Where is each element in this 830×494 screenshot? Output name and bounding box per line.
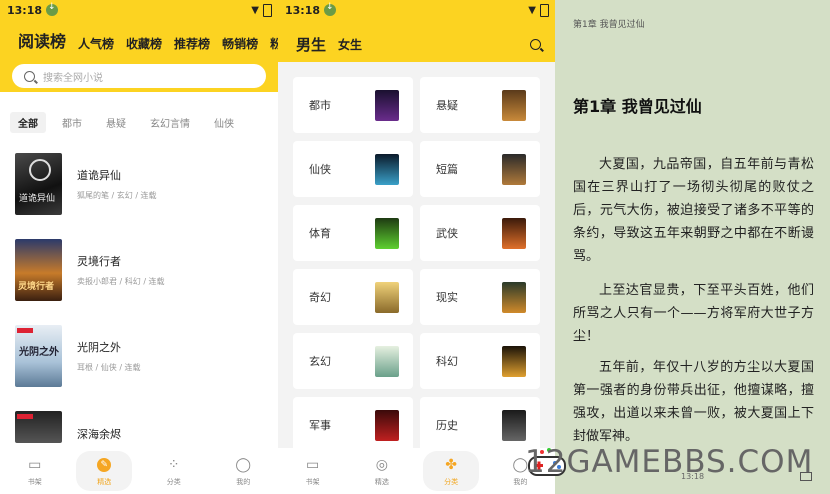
genre-card[interactable]: 仙侠 <box>293 141 413 197</box>
book-cover: 灵境行者 <box>15 239 62 301</box>
ranking-screen: 13:18 ▼ 阅读榜 人气榜 收藏榜 推荐榜 畅销榜 粉 搜索全网小说 全部 … <box>0 0 278 494</box>
tab-bestseller-rank[interactable]: 畅销榜 <box>222 35 258 52</box>
book-item[interactable]: 深海余烬 <box>15 411 121 443</box>
gender-tabs: 男生 女生 <box>278 20 555 58</box>
category-icon: ✤ <box>445 456 457 473</box>
chapter-title: 第1章 我曾见过仙 <box>573 97 702 116</box>
nav-featured[interactable]: ◎ 精选 <box>354 451 410 491</box>
book-title: 光阴之外 <box>77 341 121 354</box>
genre-card[interactable]: 都市 <box>293 77 413 133</box>
nav-profile[interactable]: ◯ 我的 <box>215 451 271 491</box>
book-title: 深海余烬 <box>77 428 121 441</box>
nav-featured[interactable]: ✎ 精选 <box>76 451 133 491</box>
download-icon <box>46 2 59 16</box>
rank-tabs: 阅读榜 人气榜 收藏榜 推荐榜 畅销榜 粉 <box>0 20 278 52</box>
category-all[interactable]: 全部 <box>10 112 46 133</box>
tab-male[interactable]: 男生 <box>296 34 326 55</box>
book-item[interactable]: 灵境行者 灵境行者 卖报小郎君 / 科幻 / 连载 <box>15 239 165 301</box>
book-info: 卖报小郎君 / 科幻 / 连载 <box>77 277 165 286</box>
reader-screen[interactable]: 第1章 我曾见过仙 第1章 我曾见过仙 大夏国，九品帝国，自五年前与青松国在三界… <box>555 0 830 494</box>
nav-category[interactable]: ⁘ 分类 <box>146 451 202 491</box>
book-item[interactable]: 道诡异仙 道诡异仙 狐尾的笔 / 玄幻 / 连载 <box>15 153 157 215</box>
genre-cover <box>502 90 526 121</box>
category-xianxia[interactable]: 仙侠 <box>214 112 234 133</box>
genre-card[interactable]: 奇幻 <box>293 269 413 325</box>
chapter-paragraph: 大夏国，九品帝国，自五年前与青松国在三界山打了一场彻头彻尾的败仗之后，元气大伤，… <box>573 157 814 264</box>
book-info: 狐尾的笔 / 玄幻 / 连载 <box>77 191 157 200</box>
bookshelf-icon: ▭ <box>28 456 42 473</box>
genre-cover <box>502 346 526 377</box>
category-urban[interactable]: 都市 <box>62 112 82 133</box>
category-screen: 13:18 ▼ 男生 女生 都市 悬疑 仙侠 短篇 体育 武侠 奇幻 现实 玄幻… <box>278 0 555 494</box>
tab-reading-rank[interactable]: 阅读榜 <box>18 28 66 52</box>
category-filter: 全部 都市 悬疑 玄幻言情 仙侠 <box>0 92 278 133</box>
compass-icon: ✎ <box>95 456 113 474</box>
status-time: 13:18 <box>285 3 321 17</box>
genre-card[interactable]: 武侠 <box>420 205 540 261</box>
genre-cover <box>502 218 526 249</box>
download-icon <box>324 2 337 16</box>
chapter-paragraph: 上至达官显贵，下至平头百姓，他们所骂之人只有一个——方将军府大世子方尘！ <box>573 283 814 344</box>
genre-card[interactable]: 现实 <box>420 269 540 325</box>
book-info: 耳根 / 仙侠 / 连载 <box>77 363 141 372</box>
genre-cover <box>375 346 399 377</box>
status-bar: 13:18 ▼ <box>0 0 278 20</box>
tab-favorite-rank[interactable]: 收藏榜 <box>126 35 162 52</box>
book-cover <box>15 411 62 443</box>
genre-cover <box>502 154 526 185</box>
status-icons: ▼ <box>528 3 549 17</box>
search-placeholder: 搜索全网小说 <box>43 72 103 84</box>
status-time: 13:18 <box>7 3 43 17</box>
search-input[interactable]: 搜索全网小说 <box>12 64 266 88</box>
book-title: 道诡异仙 <box>77 169 121 182</box>
book-item[interactable]: 光阴之外 光阴之外 耳根 / 仙侠 / 连载 <box>15 325 141 387</box>
genre-card[interactable]: 历史 <box>420 397 540 453</box>
wifi-icon: ▼ <box>528 4 536 16</box>
book-cover: 光阴之外 <box>15 325 62 387</box>
status-icons: ▼ <box>251 3 272 17</box>
genre-card[interactable]: 科幻 <box>420 333 540 389</box>
bookshelf-icon: ▭ <box>306 456 320 473</box>
search-icon[interactable] <box>530 38 541 50</box>
chapter-paragraph: 五年前，年仅十八岁的方尘以大夏国第一强者的身份带兵出征，他擅谋略，擅强攻，出道以… <box>573 360 814 444</box>
genre-cover <box>375 218 399 249</box>
battery-icon <box>263 3 272 17</box>
genre-cover <box>375 282 399 313</box>
genre-cover <box>375 90 399 121</box>
book-title: 灵境行者 <box>77 255 121 268</box>
compass-icon: ◎ <box>375 456 388 473</box>
tab-popularity-rank[interactable]: 人气榜 <box>78 35 114 52</box>
nav-bookshelf[interactable]: ▭ 书架 <box>285 451 341 491</box>
tab-female[interactable]: 女生 <box>338 36 362 53</box>
tab-fans-rank[interactable]: 粉 <box>270 35 278 52</box>
genre-cover <box>375 410 399 441</box>
category-header: 13:18 ▼ 男生 女生 <box>278 0 555 62</box>
genre-card[interactable]: 悬疑 <box>420 77 540 133</box>
genre-card[interactable]: 体育 <box>293 205 413 261</box>
genre-card[interactable]: 军事 <box>293 397 413 453</box>
user-icon: ◯ <box>235 456 252 473</box>
watermark-text: 12GAMEBBS.COM <box>525 444 814 480</box>
reader-chapter-header: 第1章 我曾见过仙 <box>573 20 645 30</box>
category-suspense[interactable]: 悬疑 <box>106 112 126 133</box>
bottom-nav: ▭ 书架 ◎ 精选 ✤ 分类 ◯ 我的 <box>278 448 555 494</box>
bottom-nav: ▭ 书架 ✎ 精选 ⁘ 分类 ◯ 我的 <box>0 448 278 494</box>
nav-category[interactable]: ✤ 分类 <box>423 451 480 491</box>
genre-cover <box>502 282 526 313</box>
ranking-header: 13:18 ▼ 阅读榜 人气榜 收藏榜 推荐榜 畅销榜 粉 搜索全网小说 <box>0 0 278 92</box>
genre-card[interactable]: 玄幻 <box>293 333 413 389</box>
genre-cover <box>502 410 526 441</box>
genre-card[interactable]: 短篇 <box>420 141 540 197</box>
battery-icon <box>540 3 549 17</box>
category-fantasy-romance[interactable]: 玄幻言情 <box>150 112 190 133</box>
search-icon <box>24 70 35 82</box>
genre-cover <box>375 154 399 185</box>
tab-recommend-rank[interactable]: 推荐榜 <box>174 35 210 52</box>
nav-bookshelf[interactable]: ▭ 书架 <box>7 451 63 491</box>
category-icon: ⁘ <box>167 456 180 473</box>
wifi-icon: ▼ <box>251 4 259 16</box>
book-cover: 道诡异仙 <box>15 153 62 215</box>
status-bar: 13:18 ▼ <box>278 0 555 20</box>
